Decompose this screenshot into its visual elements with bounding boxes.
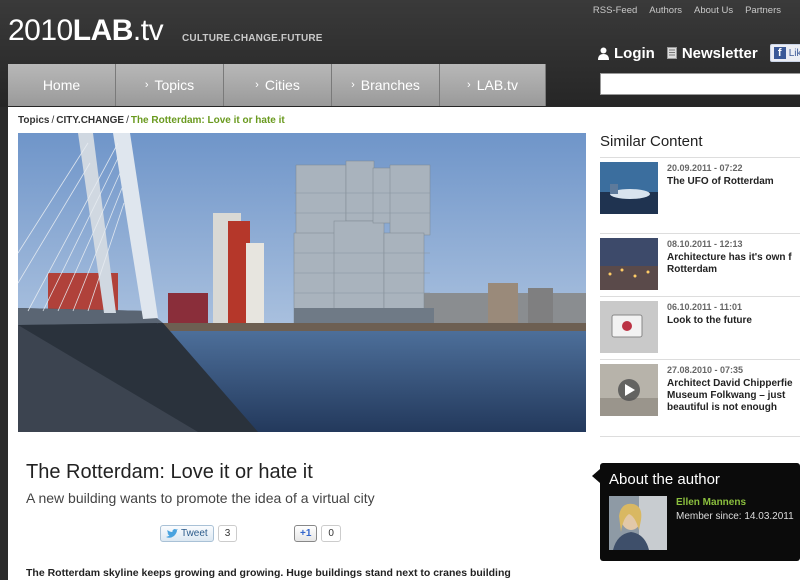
similar-content-heading: Similar Content (600, 133, 703, 150)
breadcrumb-current: The Rotterdam: Love it or hate it (130, 115, 285, 126)
chevron-right-icon: › (351, 79, 355, 91)
main-nav: Home › Topics › Cities › Branches › LAB.… (8, 64, 546, 106)
login-link[interactable]: Login (598, 45, 655, 62)
nav-branches[interactable]: › Branches (332, 64, 440, 106)
similar-item[interactable]: 06.10.2011 - 11:01 Look to the future (600, 296, 800, 356)
similar-item[interactable]: 08.10.2011 - 12:13 Architecture has it's… (600, 233, 800, 293)
tweet-widget: Tweet 3 (160, 525, 238, 542)
similar-item-title[interactable]: Architect David Chipperfie Museum Folkwa… (667, 378, 800, 416)
top-links: RSS-Feed Authors About Us Partners (593, 5, 781, 16)
article-title: The Rotterdam: Love it or hate it (26, 461, 313, 483)
similar-item-date: 20.09.2011 - 07:22 (667, 163, 743, 173)
site-header: 2010LAB.tv CULTURE.CHANGE.FUTURE RSS-Fee… (0, 0, 800, 107)
member-since: Member since: 14.03.2011 (676, 511, 794, 522)
similar-item-title[interactable]: The UFO of Rotterdam (667, 176, 800, 214)
facebook-icon: f (773, 47, 786, 59)
user-bar: Login Newsletter f Like (598, 44, 800, 62)
breadcrumb: Topics / CITY.CHANGE / The Rotterdam: Love i… (18, 115, 285, 126)
similar-item-thumbnail (600, 162, 658, 214)
similar-item-thumbnail (600, 238, 658, 290)
similar-item-thumbnail (600, 301, 658, 353)
similar-item-title[interactable]: Look to the future (667, 315, 800, 353)
newsletter-link[interactable]: Newsletter (666, 45, 758, 62)
plusone-widget: +1 0 (294, 525, 341, 542)
similar-item[interactable]: 27.08.2010 - 07:35 Architect David Chipp… (600, 359, 800, 419)
article-hero-image (18, 133, 586, 432)
similar-item-date: 06.10.2011 - 11:01 (667, 302, 743, 312)
tweet-count: 3 (217, 525, 238, 542)
article-body: The Rotterdam skyline keeps growing and … (26, 567, 511, 579)
main-content: Topics / CITY.CHANGE / The Rotterdam: Love i… (8, 107, 800, 580)
facebook-like-button[interactable]: f Like (769, 44, 800, 62)
chevron-right-icon: › (144, 79, 149, 91)
chevron-right-icon: › (467, 79, 471, 91)
partners-link[interactable]: Partners (745, 5, 781, 16)
about-us-link[interactable]: About Us (694, 5, 733, 16)
nav-cities[interactable]: › Cities (224, 64, 332, 106)
divider (600, 436, 800, 437)
authors-link[interactable]: Authors (649, 5, 682, 16)
newsletter-icon (666, 47, 677, 59)
tweet-button[interactable]: Tweet (160, 525, 214, 542)
author-name[interactable]: Ellen Mannens (676, 497, 746, 508)
plusone-button[interactable]: +1 (294, 525, 318, 542)
rss-feed-link[interactable]: RSS-Feed (593, 5, 637, 16)
similar-item-date: 08.10.2011 - 12:13 (667, 239, 743, 249)
about-author-box: About the author Ellen Mannens Member si… (592, 463, 800, 561)
search-input[interactable] (600, 73, 800, 95)
nav-topics[interactable]: › Topics (116, 64, 224, 106)
chevron-right-icon: › (255, 79, 259, 91)
similar-item-date: 27.08.2010 - 07:35 (667, 365, 744, 375)
nav-home[interactable]: Home (8, 64, 116, 106)
article-subtitle: A new building wants to promote the idea… (26, 490, 375, 506)
breadcrumb-topics[interactable]: Topics (18, 115, 49, 126)
nav-labtv[interactable]: › LAB.tv (440, 64, 546, 106)
plusone-count: 0 (321, 525, 341, 542)
site-logo[interactable]: 2010LAB.tv (8, 14, 164, 48)
breadcrumb-section[interactable]: CITY.CHANGE (56, 115, 124, 126)
author-avatar[interactable] (609, 496, 667, 550)
site-tagline: CULTURE.CHANGE.FUTURE (182, 33, 323, 44)
similar-item-title[interactable]: Architecture has it's own f Rotterdam (667, 252, 800, 290)
similar-item-thumbnail (600, 364, 658, 416)
similar-item[interactable]: 20.09.2011 - 07:22 The UFO of Rotterdam (600, 157, 800, 217)
user-icon (598, 47, 609, 60)
about-author-heading: About the author (609, 471, 720, 488)
twitter-bird-icon (166, 528, 178, 538)
